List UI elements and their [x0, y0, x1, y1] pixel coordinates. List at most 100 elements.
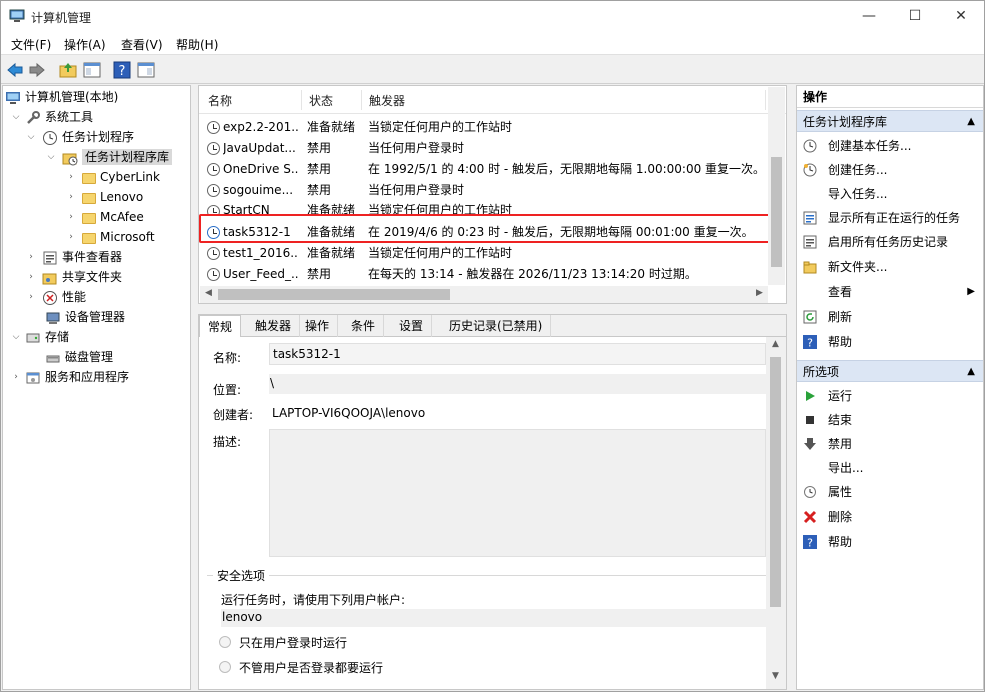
tree-node-shared-folders[interactable]: › 共享文件夹 [25, 267, 122, 287]
column-separator[interactable] [361, 90, 362, 110]
tree-node-device-manager[interactable]: 设备管理器 [45, 307, 125, 327]
scroll-down-icon[interactable]: ▼ [767, 671, 784, 681]
expand-right-icon[interactable]: › [65, 207, 77, 227]
tab-conditions[interactable]: 条件 [343, 315, 385, 337]
collapse-up-icon[interactable]: ▲ [967, 361, 975, 383]
maximize-button[interactable]: ☐ [892, 1, 938, 32]
expand-right-icon[interactable]: › [25, 247, 37, 267]
action-help-selected[interactable]: ? 帮助 [797, 530, 983, 554]
scroll-right-icon[interactable]: ▶ [751, 288, 768, 298]
task-row[interactable]: sogouime... 禁用 当任何用户登录时 [199, 180, 769, 201]
menu-help[interactable]: 帮助(H) [176, 36, 218, 53]
scroll-up-icon[interactable]: ▲ [767, 339, 784, 349]
tab-settings[interactable]: 设置 [391, 315, 433, 337]
list-vertical-scrollbar[interactable] [768, 87, 785, 285]
expand-right-icon[interactable]: › [65, 167, 77, 187]
expand-right-icon[interactable]: › [25, 287, 37, 307]
column-separator[interactable] [301, 90, 302, 110]
tree-node-performance[interactable]: › 性能 [25, 287, 86, 307]
tree-node-task-scheduler[interactable]: ⌵ 任务计划程序 [25, 127, 134, 147]
action-pane-icon[interactable] [136, 60, 156, 80]
description-field[interactable] [269, 429, 766, 557]
column-header-name[interactable]: 名称 [208, 92, 232, 109]
action-delete[interactable]: 删除 [797, 505, 983, 529]
expand-down-icon[interactable]: ⌵ [10, 107, 22, 127]
location-field: \ [269, 374, 766, 394]
tree-node-computer-management[interactable]: 计算机管理(本地) [5, 87, 118, 107]
expand-down-icon[interactable]: ⌵ [10, 327, 22, 347]
tab-triggers[interactable]: 触发器 [247, 315, 301, 337]
tree-node-event-viewer[interactable]: › 事件查看器 [25, 247, 122, 267]
task-row[interactable]: test1_2016... 准备就绪 当锁定任何用户的工作站时 [199, 243, 769, 264]
menu-view[interactable]: 查看(V) [121, 36, 163, 53]
scroll-thumb[interactable] [770, 357, 781, 607]
scroll-thumb[interactable] [771, 157, 782, 267]
action-export[interactable]: 导出... [797, 456, 983, 480]
column-header-status[interactable]: 状态 [309, 92, 333, 109]
action-run[interactable]: 运行 [797, 384, 983, 408]
action-disable[interactable]: 禁用 [797, 432, 983, 456]
tree-node-disk-management[interactable]: 磁盘管理 [45, 347, 113, 367]
action-create-basic-task[interactable]: 创建基本任务... [797, 134, 983, 158]
tree-node-lenovo[interactable]: › Lenovo [65, 187, 143, 207]
action-enable-history[interactable]: 启用所有任务历史记录 [797, 230, 983, 254]
action-create-task[interactable]: 创建任务... [797, 158, 983, 182]
column-separator[interactable] [765, 90, 766, 110]
up-folder-icon[interactable] [58, 60, 78, 80]
svg-text:?: ? [119, 64, 126, 79]
tab-general[interactable]: 常规 [199, 315, 242, 338]
radio-logged-on-only[interactable] [219, 636, 231, 648]
action-refresh[interactable]: 刷新 [797, 305, 983, 329]
action-help[interactable]: ? 帮助 [797, 330, 983, 354]
expand-right-icon[interactable]: › [10, 367, 22, 387]
task-row[interactable]: User_Feed_... 禁用 在每天的 13:14 - 触发器在 2026/11… [199, 264, 769, 285]
tree-node-task-scheduler-library[interactable]: ⌵ 任务计划程序库 [45, 147, 173, 167]
radio-whether-logged-on[interactable] [219, 661, 231, 673]
tree-node-microsoft[interactable]: › Microsoft [65, 227, 155, 247]
history-icon [803, 235, 817, 249]
actions-header: 操作 [797, 86, 983, 108]
expand-right-icon[interactable]: › [65, 227, 77, 247]
tree-node-mcafee[interactable]: › McAfee [65, 207, 144, 227]
action-import-task[interactable]: 导入任务... [797, 182, 983, 206]
task-row[interactable]: exp2.2-201... 准备就绪 当锁定任何用户的工作站时 [199, 117, 769, 138]
show-hide-tree-icon[interactable] [82, 60, 102, 80]
tree-node-cyberlink[interactable]: › CyberLink [65, 167, 160, 187]
close-button[interactable]: ✕ [938, 1, 984, 32]
general-tab-content: 名称: task5312-1 位置: \ 创建者: LAPTOP-VI6QOOJ… [199, 337, 766, 689]
clock-icon [43, 130, 57, 145]
forward-arrow-icon[interactable] [27, 60, 47, 80]
section-selected-item[interactable]: 所选项 ▲ [797, 360, 983, 382]
action-new-folder[interactable]: 新文件夹... [797, 255, 983, 279]
expand-down-icon[interactable]: ⌵ [25, 127, 37, 147]
help-icon[interactable]: ? [112, 60, 132, 80]
title-bar[interactable]: 计算机管理 — ☐ ✕ [1, 1, 984, 32]
name-field[interactable]: task5312-1 [269, 343, 766, 365]
task-row[interactable]: JavaUpdat... 禁用 当任何用户登录时 [199, 138, 769, 159]
tree-node-system-tools[interactable]: ⌵ 系统工具 [10, 107, 93, 127]
expand-right-icon[interactable]: › [25, 267, 37, 287]
column-header-trigger[interactable]: 触发器 [369, 92, 405, 109]
menu-file[interactable]: 文件(F) [11, 36, 51, 53]
tree-node-services-apps[interactable]: › 服务和应用程序 [10, 367, 129, 387]
task-row[interactable]: StartCN 准备就绪 当锁定任何用户的工作站时 [199, 201, 769, 215]
scroll-left-icon[interactable]: ◀ [200, 288, 217, 298]
expand-right-icon[interactable]: › [65, 187, 77, 207]
detail-vertical-scrollbar[interactable]: ▲ ▼ [766, 337, 785, 689]
task-row[interactable]: OneDrive S... 禁用在 1992/5/1 的 4:00 时 - 触发后… [199, 159, 769, 180]
section-task-library[interactable]: 任务计划程序库 ▲ [797, 110, 983, 132]
scroll-thumb[interactable] [218, 289, 450, 300]
back-arrow-icon[interactable] [5, 60, 25, 80]
action-end[interactable]: 结束 [797, 408, 983, 432]
tab-actions[interactable]: 操作 [297, 315, 339, 337]
collapse-up-icon[interactable]: ▲ [967, 111, 975, 133]
minimize-button[interactable]: — [846, 1, 892, 32]
action-properties[interactable]: 属性 [797, 480, 983, 504]
tree-node-storage[interactable]: ⌵ 存储 [10, 327, 69, 347]
action-view[interactable]: 查看 ▶ [797, 280, 983, 304]
menu-action[interactable]: 操作(A) [64, 36, 106, 53]
tab-history[interactable]: 历史记录(已禁用) [441, 315, 552, 337]
expand-down-icon[interactable]: ⌵ [45, 147, 57, 167]
list-horizontal-scrollbar[interactable]: ◀ ▶ [200, 286, 768, 303]
action-show-running-tasks[interactable]: 显示所有正在运行的任务 [797, 206, 983, 230]
